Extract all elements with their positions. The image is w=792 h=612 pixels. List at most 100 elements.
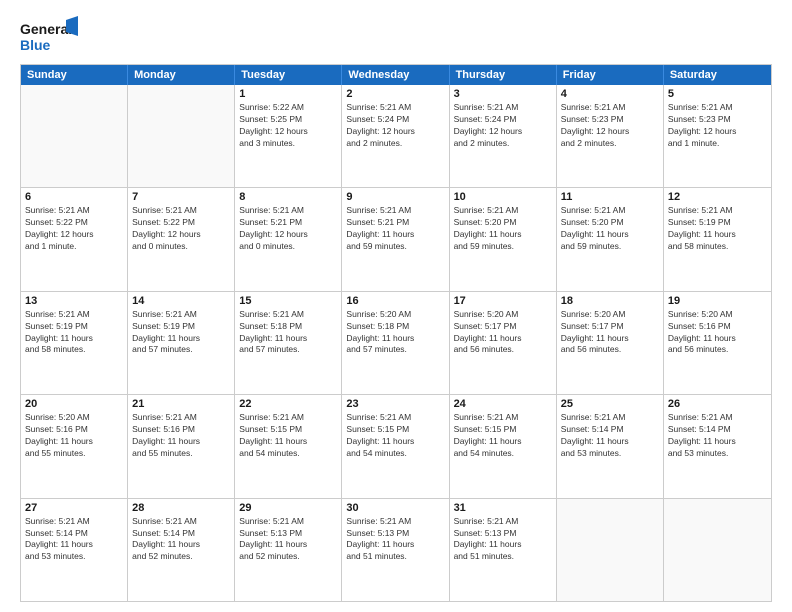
day-number: 23 bbox=[346, 398, 444, 410]
day-number: 31 bbox=[454, 502, 552, 514]
weekday-header: Sunday bbox=[21, 65, 128, 85]
logo: GeneralBlue bbox=[20, 16, 80, 56]
calendar-cell: 2 Sunrise: 5:21 AM Sunset: 5:24 PM Daylig… bbox=[342, 85, 449, 187]
calendar-cell: 20 Sunrise: 5:20 AM Sunset: 5:16 PM Dayli… bbox=[21, 395, 128, 497]
calendar-cell: 29Sunrise: 5:21 AM Sunset: 5:13 PM Dayli… bbox=[235, 499, 342, 601]
weekday-header: Thursday bbox=[450, 65, 557, 85]
cell-info: Sunrise: 5:21 AM Sunset: 5:14 PM Dayligh… bbox=[25, 516, 123, 564]
calendar-cell: 7Sunrise: 5:21 AM Sunset: 5:22 PM Daylig… bbox=[128, 188, 235, 290]
calendar-cell: 22 Sunrise: 5:21 AM Sunset: 5:15 PM Dayli… bbox=[235, 395, 342, 497]
day-number: 13 bbox=[25, 295, 123, 307]
day-number: 21 bbox=[132, 398, 230, 410]
calendar-cell: 8 Sunrise: 5:21 AM Sunset: 5:21 PM Daylig… bbox=[235, 188, 342, 290]
weekday-header: Saturday bbox=[664, 65, 771, 85]
day-number: 25 bbox=[561, 398, 659, 410]
day-number: 27 bbox=[25, 502, 123, 514]
calendar-cell: 17 Sunrise: 5:20 AM Sunset: 5:17 PM Dayli… bbox=[450, 292, 557, 394]
day-number: 9 bbox=[346, 191, 444, 203]
calendar-cell: 25 Sunrise: 5:21 AM Sunset: 5:14 PM Dayli… bbox=[557, 395, 664, 497]
day-number: 10 bbox=[454, 191, 552, 203]
calendar-cell: 19 Sunrise: 5:20 AM Sunset: 5:16 PM Dayli… bbox=[664, 292, 771, 394]
calendar-cell: 13 Sunrise: 5:21 AM Sunset: 5:19 PM Dayli… bbox=[21, 292, 128, 394]
day-number: 2 bbox=[346, 88, 444, 100]
cell-info: Sunrise: 5:21 AM Sunset: 5:15 PM Dayligh… bbox=[239, 412, 337, 460]
cell-info: Sunrise: 5:21 AM Sunset: 5:14 PM Dayligh… bbox=[561, 412, 659, 460]
page-header: GeneralBlue bbox=[20, 16, 772, 56]
cell-info: Sunrise: 5:21 AM Sunset: 5:20 PM Dayligh… bbox=[561, 205, 659, 253]
calendar-row: 13 Sunrise: 5:21 AM Sunset: 5:19 PM Dayli… bbox=[21, 291, 771, 394]
day-number: 12 bbox=[668, 191, 767, 203]
cell-info: Sunrise: 5:21 AM Sunset: 5:22 PM Dayligh… bbox=[25, 205, 123, 253]
day-number: 22 bbox=[239, 398, 337, 410]
cell-info: Sunrise: 5:20 AM Sunset: 5:17 PM Dayligh… bbox=[561, 309, 659, 357]
cell-info: Sunrise: 5:20 AM Sunset: 5:18 PM Dayligh… bbox=[346, 309, 444, 357]
cell-info: Sunrise: 5:21 AM Sunset: 5:13 PM Dayligh… bbox=[239, 516, 337, 564]
calendar-cell: 12 Sunrise: 5:21 AM Sunset: 5:19 PM Dayli… bbox=[664, 188, 771, 290]
day-number: 6 bbox=[25, 191, 123, 203]
calendar-row: 1 Sunrise: 5:22 AM Sunset: 5:25 PM Daylig… bbox=[21, 85, 771, 187]
cell-info: Sunrise: 5:21 AM Sunset: 5:16 PM Dayligh… bbox=[132, 412, 230, 460]
day-number: 19 bbox=[668, 295, 767, 307]
day-number: 5 bbox=[668, 88, 767, 100]
calendar-cell: 6 Sunrise: 5:21 AM Sunset: 5:22 PM Daylig… bbox=[21, 188, 128, 290]
weekday-header: Wednesday bbox=[342, 65, 449, 85]
calendar-row: 6 Sunrise: 5:21 AM Sunset: 5:22 PM Daylig… bbox=[21, 187, 771, 290]
calendar-cell bbox=[128, 85, 235, 187]
cell-info: Sunrise: 5:21 AM Sunset: 5:19 PM Dayligh… bbox=[25, 309, 123, 357]
cell-info: Sunrise: 5:20 AM Sunset: 5:16 PM Dayligh… bbox=[25, 412, 123, 460]
cell-info: Sunrise: 5:21 AM Sunset: 5:24 PM Dayligh… bbox=[346, 102, 444, 150]
calendar-cell bbox=[21, 85, 128, 187]
cell-info: Sunrise: 5:21 AM Sunset: 5:19 PM Dayligh… bbox=[132, 309, 230, 357]
calendar-cell: 5Sunrise: 5:21 AM Sunset: 5:23 PM Daylig… bbox=[664, 85, 771, 187]
calendar-cell: 3Sunrise: 5:21 AM Sunset: 5:24 PM Daylig… bbox=[450, 85, 557, 187]
cell-info: Sunrise: 5:21 AM Sunset: 5:15 PM Dayligh… bbox=[346, 412, 444, 460]
day-number: 8 bbox=[239, 191, 337, 203]
calendar-cell: 28Sunrise: 5:21 AM Sunset: 5:14 PM Dayli… bbox=[128, 499, 235, 601]
calendar-cell: 23 Sunrise: 5:21 AM Sunset: 5:15 PM Dayli… bbox=[342, 395, 449, 497]
svg-text:General: General bbox=[20, 21, 72, 37]
cell-info: Sunrise: 5:20 AM Sunset: 5:17 PM Dayligh… bbox=[454, 309, 552, 357]
calendar-cell bbox=[664, 499, 771, 601]
weekday-header: Tuesday bbox=[235, 65, 342, 85]
cell-info: Sunrise: 5:21 AM Sunset: 5:13 PM Dayligh… bbox=[346, 516, 444, 564]
calendar-cell: 16 Sunrise: 5:20 AM Sunset: 5:18 PM Dayli… bbox=[342, 292, 449, 394]
calendar-cell: 15 Sunrise: 5:21 AM Sunset: 5:18 PM Dayli… bbox=[235, 292, 342, 394]
cell-info: Sunrise: 5:20 AM Sunset: 5:16 PM Dayligh… bbox=[668, 309, 767, 357]
cell-info: Sunrise: 5:21 AM Sunset: 5:20 PM Dayligh… bbox=[454, 205, 552, 253]
day-number: 17 bbox=[454, 295, 552, 307]
calendar-body: 1 Sunrise: 5:22 AM Sunset: 5:25 PM Daylig… bbox=[21, 85, 771, 601]
cell-info: Sunrise: 5:21 AM Sunset: 5:14 PM Dayligh… bbox=[668, 412, 767, 460]
cell-info: Sunrise: 5:21 AM Sunset: 5:13 PM Dayligh… bbox=[454, 516, 552, 564]
day-number: 16 bbox=[346, 295, 444, 307]
cell-info: Sunrise: 5:21 AM Sunset: 5:18 PM Dayligh… bbox=[239, 309, 337, 357]
day-number: 30 bbox=[346, 502, 444, 514]
logo-icon: GeneralBlue bbox=[20, 16, 80, 56]
day-number: 1 bbox=[239, 88, 337, 100]
calendar-cell: 24Sunrise: 5:21 AM Sunset: 5:15 PM Dayli… bbox=[450, 395, 557, 497]
calendar-row: 27 Sunrise: 5:21 AM Sunset: 5:14 PM Dayli… bbox=[21, 498, 771, 601]
cell-info: Sunrise: 5:21 AM Sunset: 5:14 PM Dayligh… bbox=[132, 516, 230, 564]
calendar-cell bbox=[557, 499, 664, 601]
cell-info: Sunrise: 5:21 AM Sunset: 5:21 PM Dayligh… bbox=[239, 205, 337, 253]
cell-info: Sunrise: 5:21 AM Sunset: 5:21 PM Dayligh… bbox=[346, 205, 444, 253]
calendar-cell: 26 Sunrise: 5:21 AM Sunset: 5:14 PM Dayli… bbox=[664, 395, 771, 497]
calendar: SundayMondayTuesdayWednesdayThursdayFrid… bbox=[20, 64, 772, 602]
day-number: 24 bbox=[454, 398, 552, 410]
calendar-cell: 31 Sunrise: 5:21 AM Sunset: 5:13 PM Dayli… bbox=[450, 499, 557, 601]
weekday-header: Friday bbox=[557, 65, 664, 85]
day-number: 15 bbox=[239, 295, 337, 307]
day-number: 18 bbox=[561, 295, 659, 307]
calendar-cell: 4Sunrise: 5:21 AM Sunset: 5:23 PM Daylig… bbox=[557, 85, 664, 187]
calendar-cell: 18 Sunrise: 5:20 AM Sunset: 5:17 PM Dayli… bbox=[557, 292, 664, 394]
cell-info: Sunrise: 5:22 AM Sunset: 5:25 PM Dayligh… bbox=[239, 102, 337, 150]
day-number: 26 bbox=[668, 398, 767, 410]
calendar-cell: 30 Sunrise: 5:21 AM Sunset: 5:13 PM Dayli… bbox=[342, 499, 449, 601]
calendar-header: SundayMondayTuesdayWednesdayThursdayFrid… bbox=[21, 65, 771, 85]
cell-info: Sunrise: 5:21 AM Sunset: 5:19 PM Dayligh… bbox=[668, 205, 767, 253]
calendar-cell: 11Sunrise: 5:21 AM Sunset: 5:20 PM Dayli… bbox=[557, 188, 664, 290]
day-number: 20 bbox=[25, 398, 123, 410]
cell-info: Sunrise: 5:21 AM Sunset: 5:23 PM Dayligh… bbox=[561, 102, 659, 150]
calendar-cell: 27 Sunrise: 5:21 AM Sunset: 5:14 PM Dayli… bbox=[21, 499, 128, 601]
day-number: 7 bbox=[132, 191, 230, 203]
calendar-cell: 10 Sunrise: 5:21 AM Sunset: 5:20 PM Dayli… bbox=[450, 188, 557, 290]
